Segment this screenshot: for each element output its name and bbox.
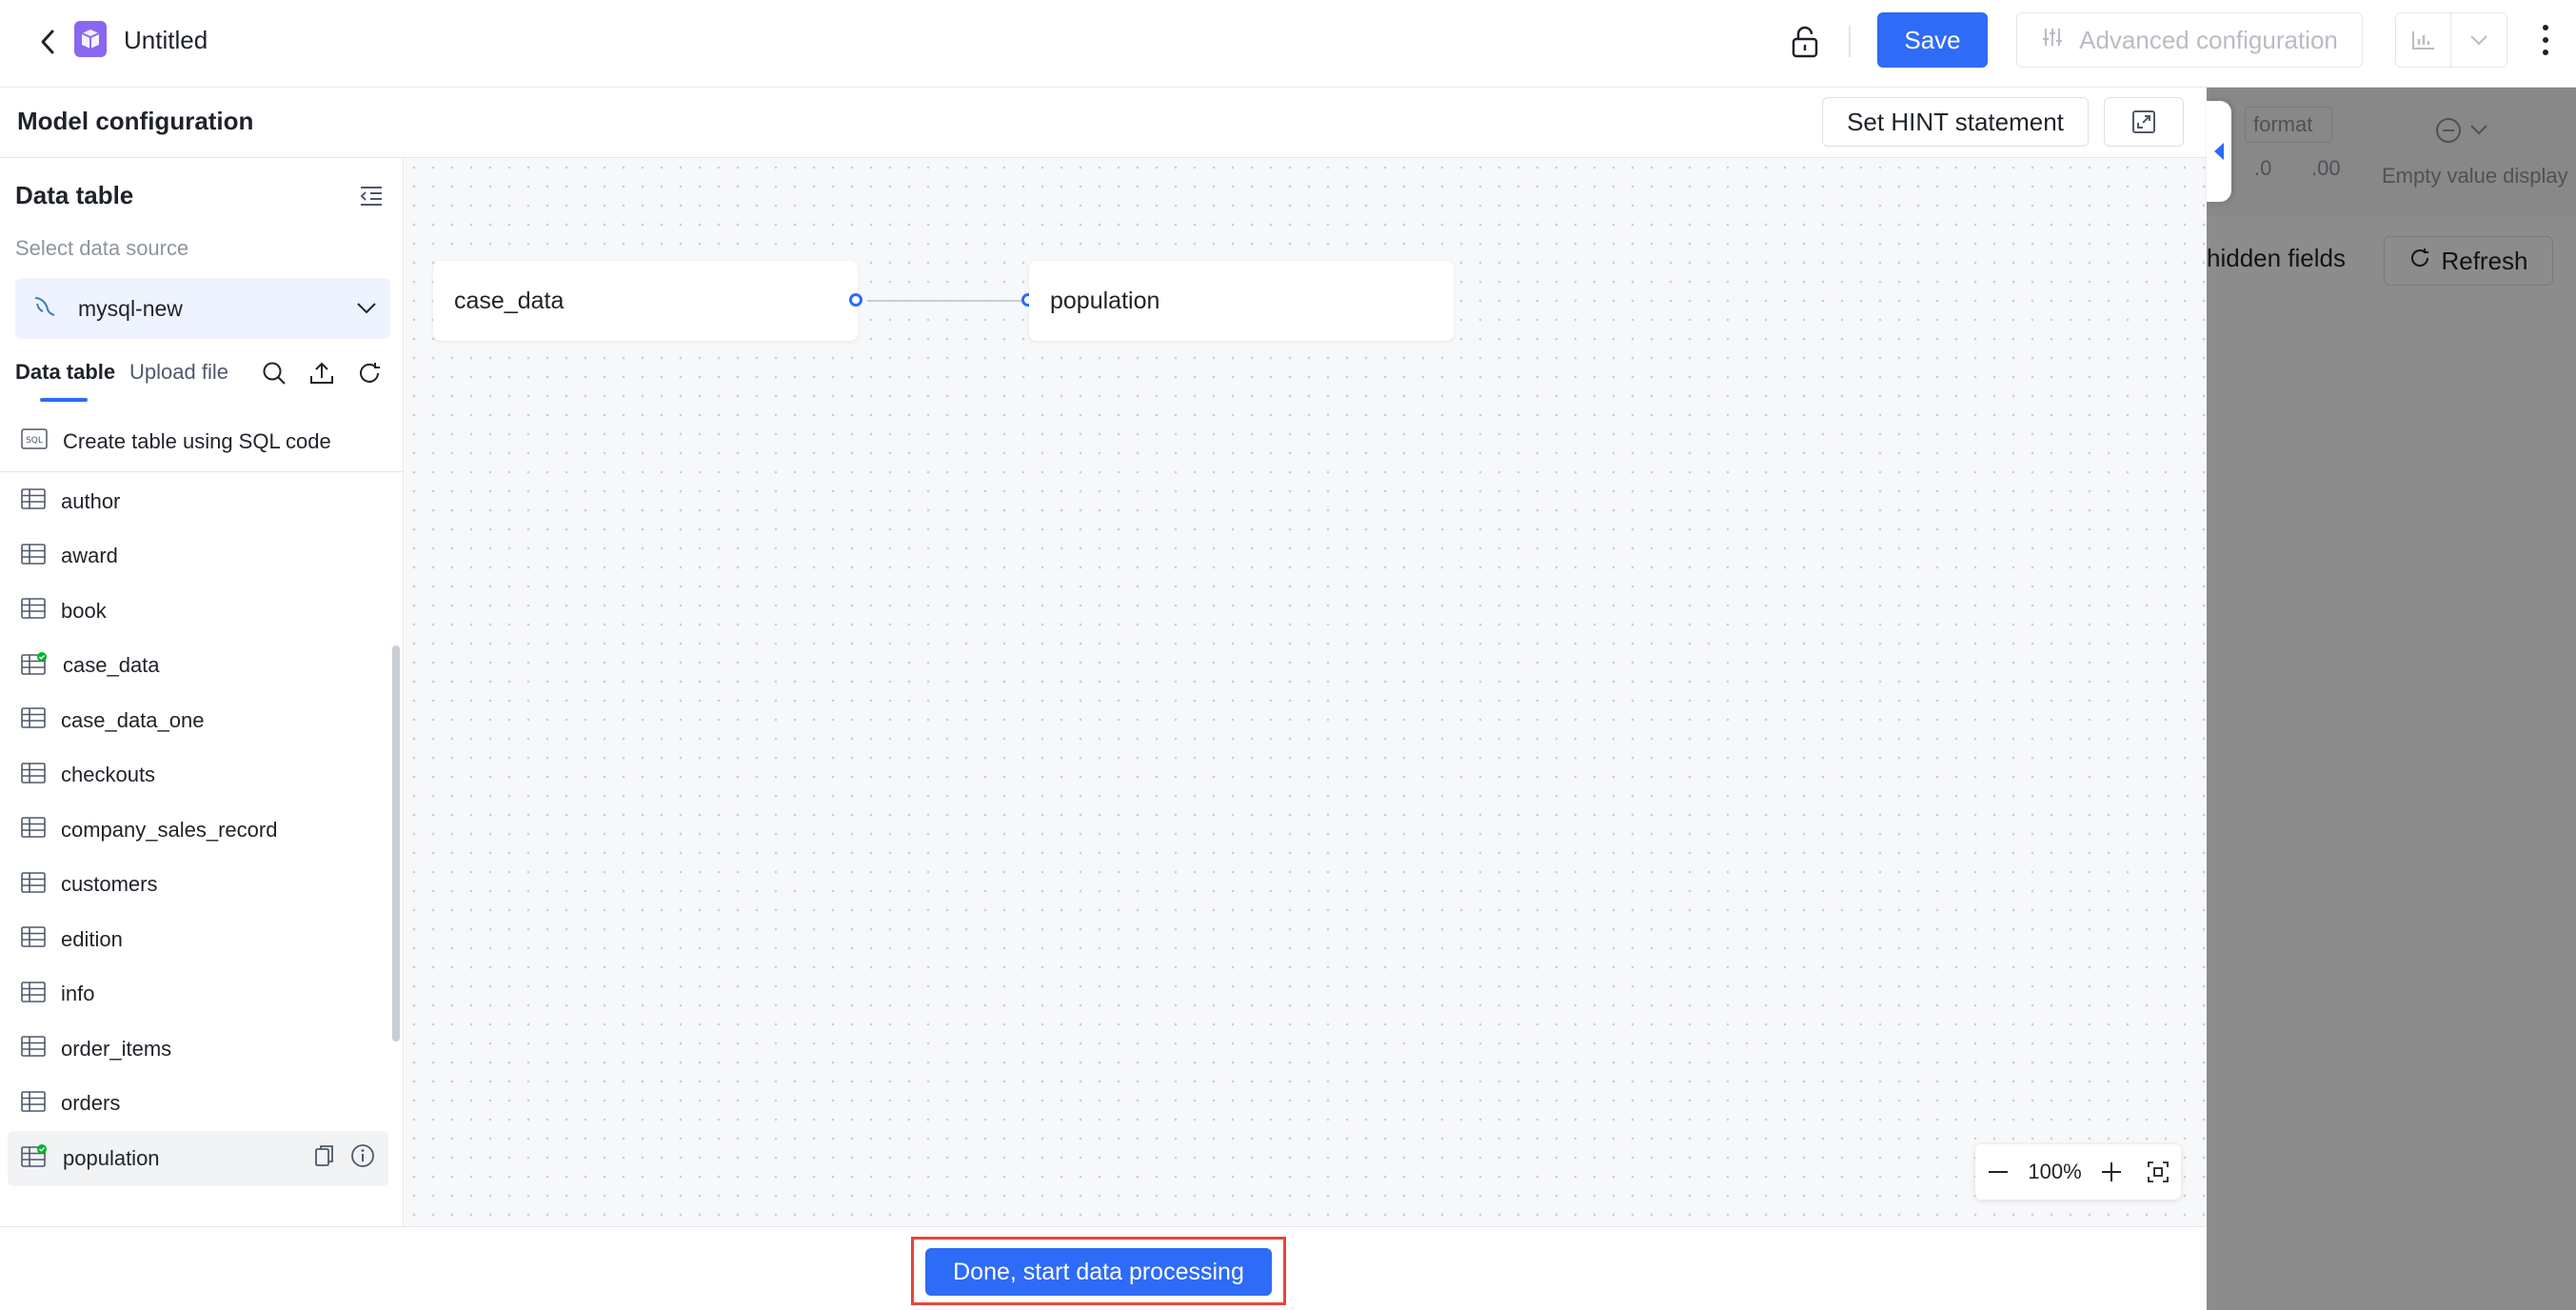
table-used-icon	[21, 651, 48, 680]
list-item[interactable]: order_items	[0, 1022, 404, 1077]
table-name: customers	[61, 872, 158, 897]
create-table-sql-label: Create table using SQL code	[63, 428, 331, 453]
table-name: case_data	[63, 653, 160, 678]
table-name: author	[61, 488, 121, 513]
list-item[interactable]: population	[8, 1131, 388, 1186]
table-icon	[21, 981, 46, 1007]
advanced-configuration-label: Advanced configuration	[2079, 25, 2338, 54]
data-source-name: mysql-new	[78, 295, 183, 321]
table-name: order_items	[61, 1036, 172, 1061]
advanced-configuration-button[interactable]: Advanced configuration	[2016, 12, 2363, 68]
chevron-down-icon[interactable]	[2451, 34, 2507, 46]
highlight-box: Done, start data processing	[911, 1237, 1286, 1305]
fit-view-icon[interactable]	[2141, 1155, 2175, 1189]
mysql-icon	[32, 294, 57, 324]
info-icon[interactable]	[350, 1143, 375, 1173]
list-item[interactable]: book	[0, 584, 404, 639]
table-name: population	[63, 1145, 160, 1170]
expand-icon[interactable]	[2104, 97, 2184, 147]
document-title[interactable]: Untitled	[124, 23, 208, 57]
app-logo-icon	[74, 21, 107, 57]
table-icon	[21, 707, 46, 733]
table-icon	[21, 1090, 46, 1117]
table-name: case_data_one	[61, 707, 205, 732]
table-list: author award book case_data case_data_on…	[0, 474, 404, 1226]
search-icon[interactable]	[257, 358, 291, 388]
table-icon	[21, 871, 46, 898]
modal-overlay	[2207, 88, 2576, 1310]
list-item[interactable]: customers	[0, 858, 404, 913]
panel-footer: Done, start data processing	[0, 1226, 2207, 1310]
list-item[interactable]: orders	[0, 1077, 404, 1132]
table-name: company_sales_record	[61, 817, 278, 842]
list-item[interactable]: checkouts	[0, 748, 404, 804]
table-icon	[21, 762, 46, 788]
tab-data-table[interactable]: Data table	[15, 358, 115, 387]
canvas-node-population[interactable]: population	[1029, 261, 1454, 341]
zoom-out-icon[interactable]	[1981, 1155, 2015, 1189]
more-vertical-icon[interactable]	[2528, 17, 2563, 63]
model-canvas[interactable]: case_data population 100%	[405, 158, 2207, 1226]
table-name: award	[61, 544, 118, 568]
lock-icon[interactable]	[1786, 21, 1824, 63]
list-item[interactable]: info	[0, 967, 404, 1022]
table-icon	[21, 488, 46, 514]
row-actions	[314, 1143, 375, 1173]
bar-chart-icon[interactable]	[2396, 13, 2451, 67]
top-bar: Untitled Save Advanced configuration	[0, 0, 2576, 88]
list-item[interactable]: case_data_one	[0, 693, 404, 748]
data-table-sidebar: Data table Select data source mysql-new …	[0, 158, 404, 1226]
zoom-in-icon[interactable]	[2094, 1155, 2129, 1189]
panel-title: Model configuration	[17, 107, 254, 135]
tab-upload-file[interactable]: Upload file	[129, 358, 228, 387]
sql-badge: SQL	[26, 436, 43, 446]
create-table-sql-button[interactable]: SQL Create table using SQL code	[0, 411, 404, 472]
active-tab-indicator	[40, 398, 88, 402]
table-icon	[21, 926, 46, 952]
collapse-list-icon[interactable]	[354, 179, 388, 213]
data-source-select[interactable]: mysql-new	[15, 278, 390, 339]
list-item[interactable]: award	[0, 529, 404, 585]
set-hint-statement-button[interactable]: Set HINT statement	[1822, 97, 2089, 147]
table-name: book	[61, 598, 107, 623]
sidebar-title: Data table	[15, 181, 134, 209]
list-item[interactable]: company_sales_record	[0, 803, 404, 858]
done-start-processing-button[interactable]: Done, start data processing	[925, 1248, 1272, 1296]
sql-icon: SQL	[21, 428, 48, 454]
table-name: info	[61, 982, 95, 1006]
node-label: population	[1050, 287, 1160, 314]
list-item[interactable]: edition	[0, 912, 404, 967]
table-used-icon	[21, 1144, 48, 1172]
back-arrow-icon[interactable]	[27, 21, 69, 63]
list-item[interactable]: case_data	[0, 639, 404, 694]
chart-type-button[interactable]	[2395, 12, 2507, 68]
table-name: edition	[61, 926, 123, 951]
toolbar-divider	[1849, 25, 1851, 57]
table-icon	[21, 543, 46, 569]
output-port[interactable]	[849, 293, 862, 307]
select-data-source-label: Select data source	[15, 236, 189, 260]
table-icon	[21, 598, 46, 624]
sidebar-tabs: Data table Upload file	[15, 358, 390, 406]
table-name: checkouts	[61, 763, 156, 787]
join-connection-line[interactable]	[867, 300, 1023, 302]
table-icon	[21, 1036, 46, 1062]
list-item[interactable]: author	[0, 474, 404, 529]
sliders-icon	[2041, 26, 2064, 55]
canvas-node-case-data[interactable]: case_data	[433, 261, 858, 341]
node-label: case_data	[454, 287, 565, 314]
chevron-down-icon	[343, 302, 390, 315]
upload-icon[interactable]	[305, 358, 339, 388]
panel-header: Model configuration Set HINT statement	[0, 88, 2207, 158]
save-button[interactable]: Save	[1877, 12, 1988, 68]
model-configuration-panel: Model configuration Set HINT statement D…	[0, 88, 2207, 1310]
copy-icon[interactable]	[314, 1143, 335, 1173]
table-name: orders	[61, 1091, 121, 1116]
zoom-level: 100%	[2028, 1160, 2082, 1183]
table-list-scrollbar[interactable]	[392, 645, 400, 1042]
panel-collapse-tab[interactable]	[2207, 101, 2231, 202]
table-icon	[21, 817, 46, 843]
zoom-controls: 100%	[1975, 1144, 2181, 1200]
refresh-icon[interactable]	[352, 358, 386, 388]
